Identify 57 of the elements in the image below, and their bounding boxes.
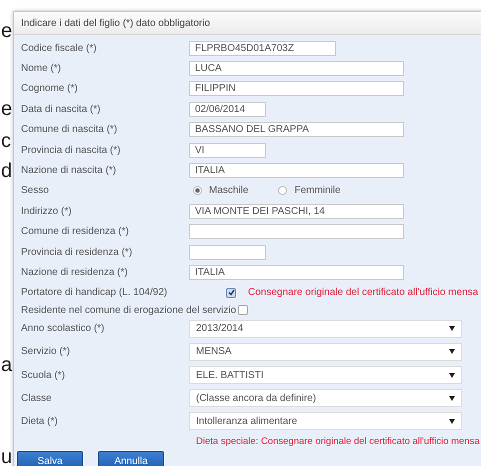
field-label: Portatore di handicap (L. 104/92) bbox=[21, 287, 168, 298]
field-label: Scuola (*) bbox=[21, 370, 66, 381]
page-text: d bbox=[1, 160, 12, 182]
cancel-button[interactable]: Annulla bbox=[98, 451, 164, 466]
dropdown[interactable]: MENSA bbox=[189, 342, 462, 361]
input-field[interactable]: 02/06/2014 bbox=[189, 102, 266, 117]
radio-button[interactable] bbox=[193, 186, 202, 196]
page-text: e bbox=[1, 98, 12, 120]
field-label: Cognome (*) bbox=[21, 83, 79, 94]
field-label: Residente nel comune di erogazione del servizio bbox=[21, 304, 236, 316]
page-text: u bbox=[1, 446, 12, 466]
caret-icon bbox=[449, 418, 455, 424]
field-label: Anno scolastico (*) bbox=[21, 323, 106, 334]
radio-label: Femminile bbox=[294, 185, 341, 196]
dropdown[interactable]: 2013/2014 bbox=[189, 320, 462, 338]
dropdown[interactable]: Intolleranza alimentare bbox=[189, 412, 462, 430]
radio-label: Maschile bbox=[209, 185, 248, 196]
field-label: Codice fiscale (*) bbox=[21, 42, 98, 54]
field-label: Indirizzo (*) bbox=[21, 206, 73, 217]
field-label: Nome (*) bbox=[21, 63, 62, 74]
field-label: Comune di nascita (*) bbox=[21, 124, 118, 136]
checkbox[interactable] bbox=[238, 305, 248, 316]
warning-text: Consegnare originale del certificato all'ufficio mensa bbox=[248, 287, 478, 298]
checkbox[interactable] bbox=[226, 288, 236, 298]
caret-icon bbox=[449, 396, 455, 401]
caret-icon bbox=[449, 326, 455, 332]
field-label: Dieta (*) bbox=[21, 416, 59, 427]
input-field[interactable]: ITALIA bbox=[189, 264, 404, 280]
warning-text: Dieta speciale: Consegnare originale del certificato all'ufficio mensa bbox=[196, 436, 481, 448]
caret-icon bbox=[449, 349, 455, 354]
field-label: Classe bbox=[21, 392, 53, 404]
input-field[interactable] bbox=[189, 244, 266, 260]
input-field[interactable]: LUCA bbox=[189, 61, 404, 76]
field-label: Provincia di nascita (*) bbox=[21, 144, 122, 156]
input-field[interactable]: FLPRBO45D01A703Z bbox=[189, 40, 336, 56]
dropdown[interactable]: (Classe ancora da definire) bbox=[189, 389, 462, 408]
input-field[interactable]: FILIPPIN bbox=[189, 81, 404, 96]
field-label: Comune di residenza (*) bbox=[21, 226, 130, 238]
field-label: Nazione di residenza (*) bbox=[21, 266, 129, 278]
input-field[interactable]: BASSANO DEL GRAPPA bbox=[189, 122, 404, 138]
input-field[interactable] bbox=[189, 224, 404, 240]
page-text: e bbox=[1, 20, 12, 42]
field-label: Servizio (*) bbox=[21, 346, 71, 358]
dropdown[interactable]: ELE. BATTISTI bbox=[189, 366, 462, 384]
input-field[interactable]: VI bbox=[189, 142, 266, 158]
dialog-title: Indicare i dati del figlio (*) dato obbligatorio bbox=[21, 18, 210, 28]
field-label: Sesso bbox=[21, 185, 50, 196]
input-field[interactable]: ITALIA bbox=[189, 163, 404, 178]
field-label: Nazione di nascita (*) bbox=[21, 165, 118, 176]
radio-button[interactable] bbox=[278, 186, 288, 196]
field-label: Provincia di residenza (*) bbox=[21, 246, 134, 258]
page-text: a bbox=[1, 354, 12, 376]
caret-icon bbox=[449, 372, 455, 378]
field-label: Data di nascita (*) bbox=[21, 104, 102, 115]
input-field[interactable]: VIA MONTE DEI PASCHI, 14 bbox=[189, 204, 404, 219]
page-text: c bbox=[1, 130, 11, 152]
save-button[interactable]: Salva bbox=[17, 451, 83, 466]
